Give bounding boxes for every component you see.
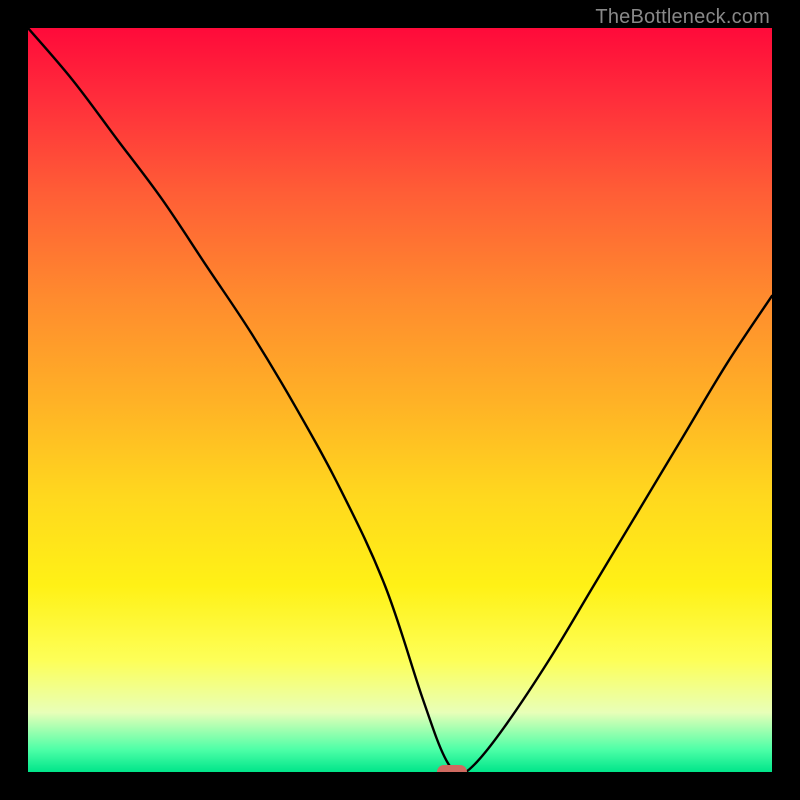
attribution-text: TheBottleneck.com xyxy=(595,6,770,29)
plot-area xyxy=(28,28,772,772)
minimum-marker xyxy=(437,765,467,772)
bottleneck-curve xyxy=(28,28,772,772)
chart-frame: TheBottleneck.com xyxy=(0,0,800,800)
